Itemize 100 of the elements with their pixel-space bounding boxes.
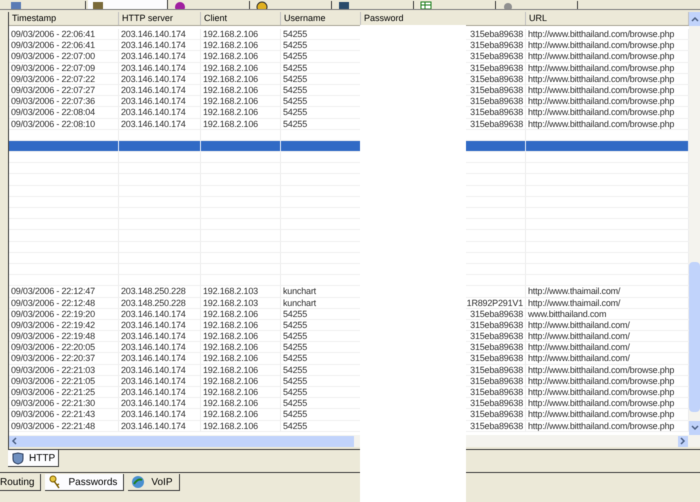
table-cell: 315eba89638 <box>470 376 523 386</box>
table-cell: 315eba89638 <box>470 409 523 420</box>
table-cell: 203.146.140.174 <box>121 331 186 342</box>
scroll-thumb[interactable] <box>689 262 700 412</box>
table-cell: 315eba89638 <box>470 331 523 342</box>
table-cell: 315eba89638 <box>470 398 523 408</box>
table-cell: 192.168.2.106 <box>203 387 258 397</box>
scroll-up-icon[interactable] <box>689 12 700 26</box>
table-cell: 09/03/2006 - 22:20:05 <box>11 342 95 352</box>
tab[interactable] <box>88 0 168 9</box>
table-cell: 09/03/2006 - 22:12:47 <box>11 286 95 296</box>
table-cell: http://www.bitthailand.com/browse.php <box>528 29 674 39</box>
tab[interactable]: VoIP <box>128 474 180 491</box>
table-cell: 203.146.140.174 <box>121 84 186 95</box>
table-cell: 09/03/2006 - 22:19:20 <box>11 308 95 319</box>
table-cell: 09/03/2006 - 22:06:41 <box>11 40 95 50</box>
table-cell: 09/03/2006 - 22:06:41 <box>11 29 95 39</box>
table-cell: 1R892P291V1 <box>466 298 523 308</box>
table-cell: 192.168.2.106 <box>203 398 258 408</box>
table-cell: 09/03/2006 - 22:12:48 <box>11 298 95 308</box>
table-cell: http://www.bitthailand.com/browse.php <box>528 40 674 50</box>
table-cell: 203.146.140.174 <box>121 107 186 118</box>
table-cell: http://www.bitthailand.com/browse.php <box>528 107 674 118</box>
table-cell: 09/03/2006 - 22:08:10 <box>11 118 95 128</box>
table-cell: www.bitthailand.com <box>528 308 606 319</box>
table-cell: 203.146.140.174 <box>121 376 186 386</box>
table-cell: 09/03/2006 - 22:19:42 <box>11 320 95 330</box>
table-cell: 192.168.2.106 <box>203 409 258 420</box>
table-cell: 315eba89638 <box>470 387 523 397</box>
table-cell: 192.168.2.103 <box>203 286 258 296</box>
table-cell: 315eba89638 <box>470 84 523 95</box>
table-cell: 315eba89638 <box>470 29 523 39</box>
table-cell: 54255 <box>283 96 308 106</box>
table-cell: http://www.bitthailand.com/ <box>528 320 630 330</box>
table-cell: 192.168.2.106 <box>203 331 258 342</box>
table-cell: 54255 <box>283 398 308 408</box>
table-cell: 54255 <box>283 308 308 319</box>
table-cell: 203.146.140.174 <box>121 40 186 50</box>
table-cell: kunchart <box>283 298 316 308</box>
table-cell: 315eba89638 <box>470 353 523 364</box>
table-cell: 54255 <box>283 74 308 84</box>
table-cell: 315eba89638 <box>470 107 523 118</box>
table-cell: http://www.bitthailand.com/browse.php <box>528 62 674 73</box>
table-cell: 09/03/2006 - 22:07:09 <box>11 62 95 73</box>
table-cell: 203.146.140.174 <box>121 364 186 375</box>
tab[interactable]: Passwords <box>45 474 124 491</box>
table-cell: 203.146.140.174 <box>121 51 186 62</box>
tab[interactable]: HTTP <box>8 450 60 467</box>
table-cell: 315eba89638 <box>470 320 523 330</box>
table-cell: kunchart <box>283 286 316 296</box>
table-cell: 54255 <box>283 420 308 431</box>
table-cell: 54255 <box>283 51 308 62</box>
table-cell: 192.168.2.106 <box>203 308 258 319</box>
table-cell: 54255 <box>283 84 308 95</box>
table-cell: 315eba89638 <box>470 51 523 62</box>
scroll-down-icon[interactable] <box>689 421 700 435</box>
table-cell: 192.168.2.106 <box>203 29 258 39</box>
table-cell: 203.146.140.174 <box>121 62 186 73</box>
table-cell: 203.146.140.174 <box>121 409 186 420</box>
table-cell: 203.146.140.174 <box>121 118 186 128</box>
table-cell: 315eba89638 <box>470 420 523 431</box>
table-cell: http://www.bitthailand.com/browse.php <box>528 118 674 128</box>
table-cell: 315eba89638 <box>470 62 523 73</box>
table-cell: 09/03/2006 - 22:07:36 <box>11 96 95 106</box>
table-cell: 54255 <box>283 364 308 375</box>
table-cell: 315eba89638 <box>470 308 523 319</box>
table-cell: 192.168.2.106 <box>203 376 258 386</box>
table-cell: 09/03/2006 - 22:21:30 <box>11 398 95 408</box>
table-cell: http://www.bitthailand.com/browse.php <box>528 96 674 106</box>
tab[interactable]: Routing <box>0 474 42 491</box>
table-cell: 203.146.140.174 <box>121 320 186 330</box>
table-cell: 203.148.250.228 <box>121 286 186 296</box>
vertical-scrollbar[interactable] <box>689 12 700 435</box>
table-cell: 315eba89638 <box>470 118 523 128</box>
scroll-left-icon[interactable] <box>9 436 19 446</box>
column-header[interactable]: Client <box>201 12 281 25</box>
table-cell: 192.168.2.106 <box>203 118 258 128</box>
shield-icon <box>11 452 25 464</box>
column-header[interactable]: Timestamp <box>9 12 119 25</box>
table-cell: 54255 <box>283 409 308 420</box>
table-cell: http://www.bitthailand.com/browse.php <box>528 74 674 84</box>
column-header[interactable]: HTTP server <box>119 12 201 25</box>
table-cell: 192.168.2.106 <box>203 74 258 84</box>
table-cell: 09/03/2006 - 22:21:05 <box>11 376 95 386</box>
table-cell: 203.146.140.174 <box>121 29 186 39</box>
table-cell: 54255 <box>283 320 308 330</box>
scroll-thumb[interactable] <box>19 436 354 446</box>
table-cell: 54255 <box>283 118 308 128</box>
table-cell: http://www.thaimail.com/ <box>528 286 620 296</box>
table-cell: 203.148.250.228 <box>121 298 186 308</box>
table-cell: 203.146.140.174 <box>121 398 186 408</box>
table-cell: 09/03/2006 - 22:07:00 <box>11 51 95 62</box>
table-cell: 192.168.2.106 <box>203 96 258 106</box>
table-cell: 203.146.140.174 <box>121 308 186 319</box>
table-cell: 09/03/2006 - 22:08:04 <box>11 107 95 118</box>
scroll-right-icon[interactable] <box>678 436 688 446</box>
table-cell: 203.146.140.174 <box>121 420 186 431</box>
table-cell: 203.146.140.174 <box>121 387 186 397</box>
table-cell: 54255 <box>283 40 308 50</box>
table-cell: 54255 <box>283 387 308 397</box>
